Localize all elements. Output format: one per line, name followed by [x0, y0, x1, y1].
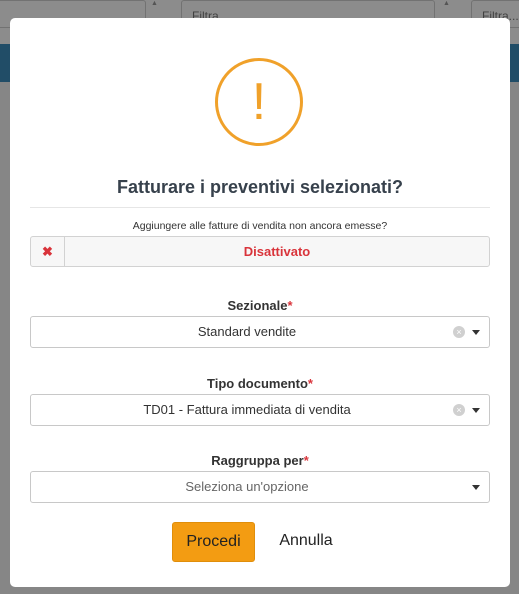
sezionale-label-text: Sezionale — [227, 298, 288, 313]
raggruppa-per-label-text: Raggruppa per — [211, 453, 304, 468]
append-to-draft-invoices-toggle[interactable]: ✖ Disattivato — [30, 236, 490, 267]
raggruppa-per-label: Raggruppa per* — [10, 453, 510, 468]
tipo-documento-select[interactable]: TD01 - Fattura immediata di vendita × — [30, 394, 490, 426]
annulla-button[interactable]: Annulla — [268, 522, 344, 562]
sezionale-select[interactable]: Standard vendite × — [30, 316, 490, 348]
required-marker: * — [303, 453, 309, 468]
required-marker: * — [307, 376, 313, 391]
dialog-title: Fatturare i preventivi selezionati? — [116, 177, 404, 197]
exclamation-icon: ! — [215, 58, 303, 146]
tipo-documento-label: Tipo documento* — [10, 376, 510, 391]
tipo-documento-value: TD01 - Fattura immediata di vendita — [143, 402, 351, 417]
toggle-state-label: Disattivato — [243, 244, 311, 259]
chevron-down-icon[interactable] — [472, 485, 480, 490]
clear-icon[interactable]: × — [453, 326, 465, 338]
divider — [30, 207, 490, 208]
raggruppa-per-select[interactable]: Seleziona un'opzione — [30, 471, 490, 503]
chevron-down-icon[interactable] — [472, 330, 480, 335]
clear-icon[interactable]: × — [453, 404, 465, 416]
tipo-documento-label-text: Tipo documento — [207, 376, 308, 391]
sezionale-label: Sezionale* — [10, 298, 510, 313]
toggle-question: Aggiungere alle fatture di vendita non a… — [132, 220, 388, 232]
raggruppa-per-placeholder: Seleziona un'opzione — [185, 479, 309, 494]
sezionale-value: Standard vendite — [197, 324, 297, 339]
confirm-dialog: ! Fatturare i preventivi selezionati? Ag… — [10, 18, 510, 587]
procedi-button[interactable]: Procedi — [172, 522, 255, 562]
close-x-icon: ✖ — [31, 237, 65, 266]
chevron-down-icon[interactable] — [472, 408, 480, 413]
required-marker: * — [287, 298, 293, 313]
